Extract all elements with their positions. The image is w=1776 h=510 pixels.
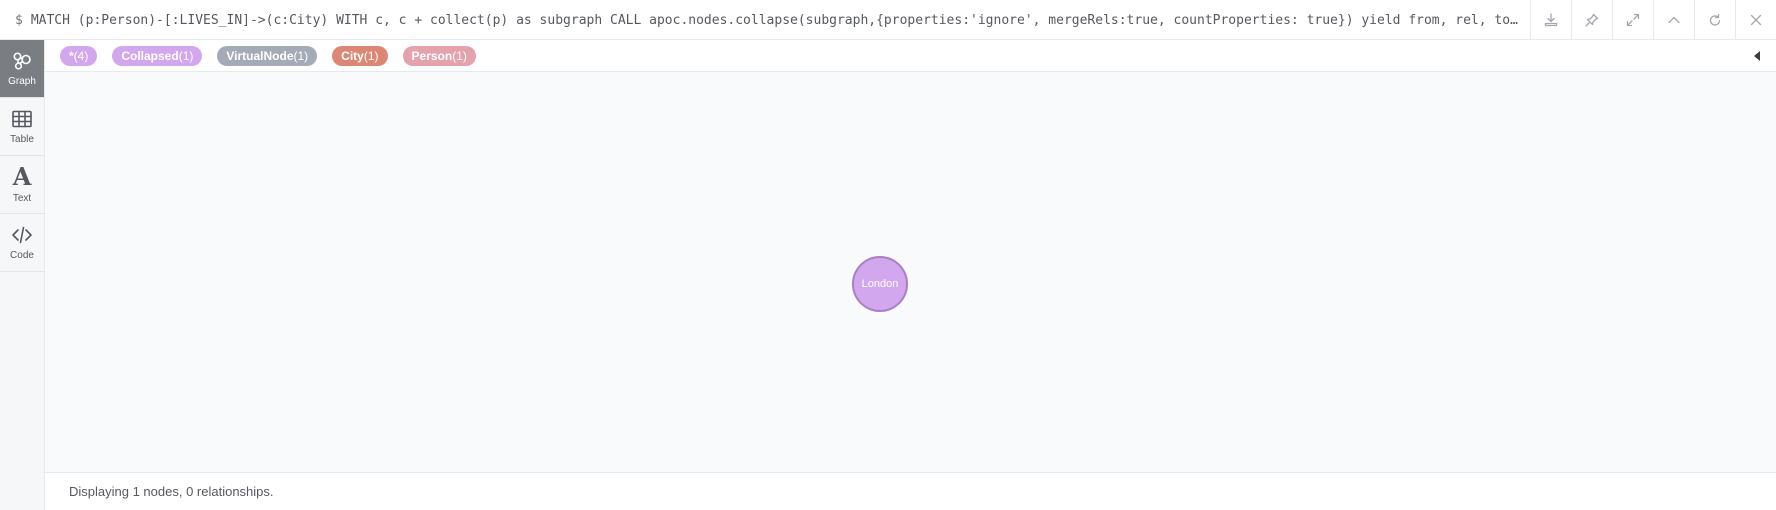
node-label: London (861, 278, 899, 290)
table-view-button[interactable]: Table (0, 98, 44, 156)
text-view-button[interactable]: A Text (0, 156, 44, 214)
graph-icon (13, 52, 31, 70)
table-view-label: Table (10, 134, 34, 145)
legend-bar: *(4) Collapsed(1) VirtualNode(1) City(1)… (45, 40, 1776, 72)
view-sidebar: Graph Table A Text Code (0, 40, 45, 510)
expand-button[interactable] (1612, 0, 1653, 40)
graph-view-button[interactable]: Graph (0, 40, 44, 98)
label-pills: *(4) Collapsed(1) VirtualNode(1) City(1)… (60, 46, 491, 66)
query-bar: $ MATCH (p:Person)-[:LIVES_IN]->(c:City) … (0, 0, 1776, 40)
query-text: MATCH (p:Person)-[:LIVES_IN]->(c:City) W… (30, 13, 1525, 28)
graph-canvas[interactable]: London (45, 72, 1776, 472)
code-view-label: Code (10, 250, 34, 261)
download-button[interactable] (1530, 0, 1571, 40)
close-icon (1750, 14, 1762, 26)
download-icon (1544, 13, 1558, 27)
legend-pill-collapsed[interactable]: Collapsed(1) (112, 46, 203, 66)
text-icon: A (12, 162, 32, 191)
legend-pill-person[interactable]: Person(1) (402, 46, 476, 66)
status-text: Displaying 1 nodes, 0 relationships. (69, 484, 274, 499)
legend-toggle-arrow[interactable] (1754, 51, 1760, 61)
rerun-icon (1709, 13, 1721, 26)
expand-icon (1626, 13, 1640, 27)
collapse-frame-button[interactable] (1653, 0, 1694, 40)
pin-icon (1585, 13, 1599, 27)
query-prompt: $ (15, 13, 23, 28)
legend-pill-city[interactable]: City(1) (332, 46, 388, 66)
graph-node[interactable]: London (852, 256, 908, 312)
chevron-up-icon (1668, 16, 1680, 24)
text-view-label: Text (12, 193, 32, 204)
code-view-button[interactable]: Code (0, 214, 44, 272)
result-frame: $ MATCH (p:Person)-[:LIVES_IN]->(c:City) … (0, 0, 1776, 510)
frame-actions (1530, 0, 1776, 40)
table-icon (12, 110, 32, 128)
status-bar: Displaying 1 nodes, 0 relationships. (45, 472, 1776, 510)
rerun-button[interactable] (1694, 0, 1735, 40)
graph-view-label: Graph (8, 76, 36, 87)
query-editor[interactable]: $ MATCH (p:Person)-[:LIVES_IN]->(c:City) … (15, 0, 1525, 40)
pin-button[interactable] (1571, 0, 1612, 40)
close-button[interactable] (1735, 0, 1776, 40)
code-icon (12, 226, 32, 244)
legend-pill-all[interactable]: *(4) (60, 46, 98, 66)
legend-pill-virtualnode[interactable]: VirtualNode(1) (217, 46, 318, 66)
